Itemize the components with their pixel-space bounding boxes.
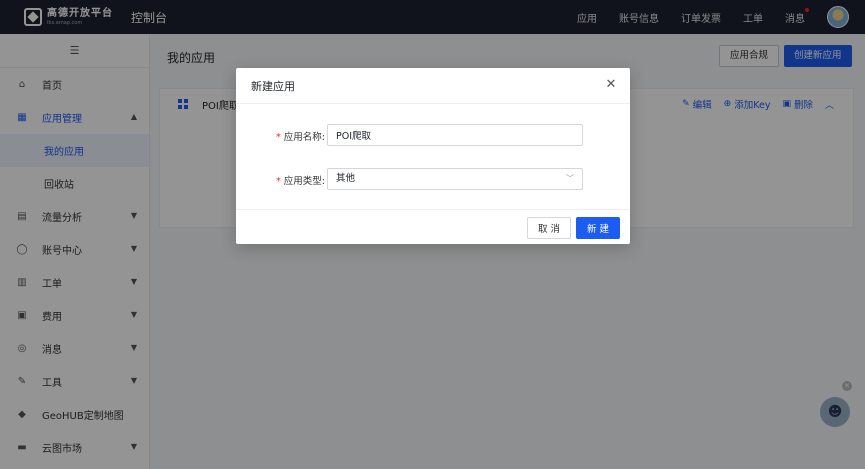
dialog-title: 新建应用: [251, 79, 295, 93]
close-icon[interactable]: ✕: [604, 78, 618, 92]
chevron-down-icon: ﹀: [566, 174, 574, 183]
app-name-label: * 应用名称:: [276, 129, 325, 143]
dialog-footer: 取 消 新 建: [236, 209, 630, 244]
create-button[interactable]: 新 建: [576, 217, 620, 239]
required-mark: *: [276, 132, 281, 143]
dialog-header: 新建应用 ✕: [236, 68, 630, 104]
required-mark: *: [276, 176, 281, 187]
app-type-value: 其他: [336, 173, 356, 184]
app-type-select[interactable]: 其他 ﹀: [327, 168, 583, 190]
cancel-button[interactable]: 取 消: [527, 217, 571, 239]
app-type-label: * 应用类型:: [276, 173, 325, 187]
app-name-input[interactable]: [327, 124, 583, 146]
app-name-label-text: 应用名称:: [283, 132, 325, 143]
app-type-label-text: 应用类型:: [283, 176, 325, 187]
new-app-dialog: 新建应用 ✕ *应用名称: *应用类型: 其他 ﹀ 取 消 新 建: [236, 68, 630, 244]
app-name-row: * 应用名称:: [236, 124, 630, 146]
app-type-row: * 应用类型: 其他 ﹀: [236, 168, 630, 190]
